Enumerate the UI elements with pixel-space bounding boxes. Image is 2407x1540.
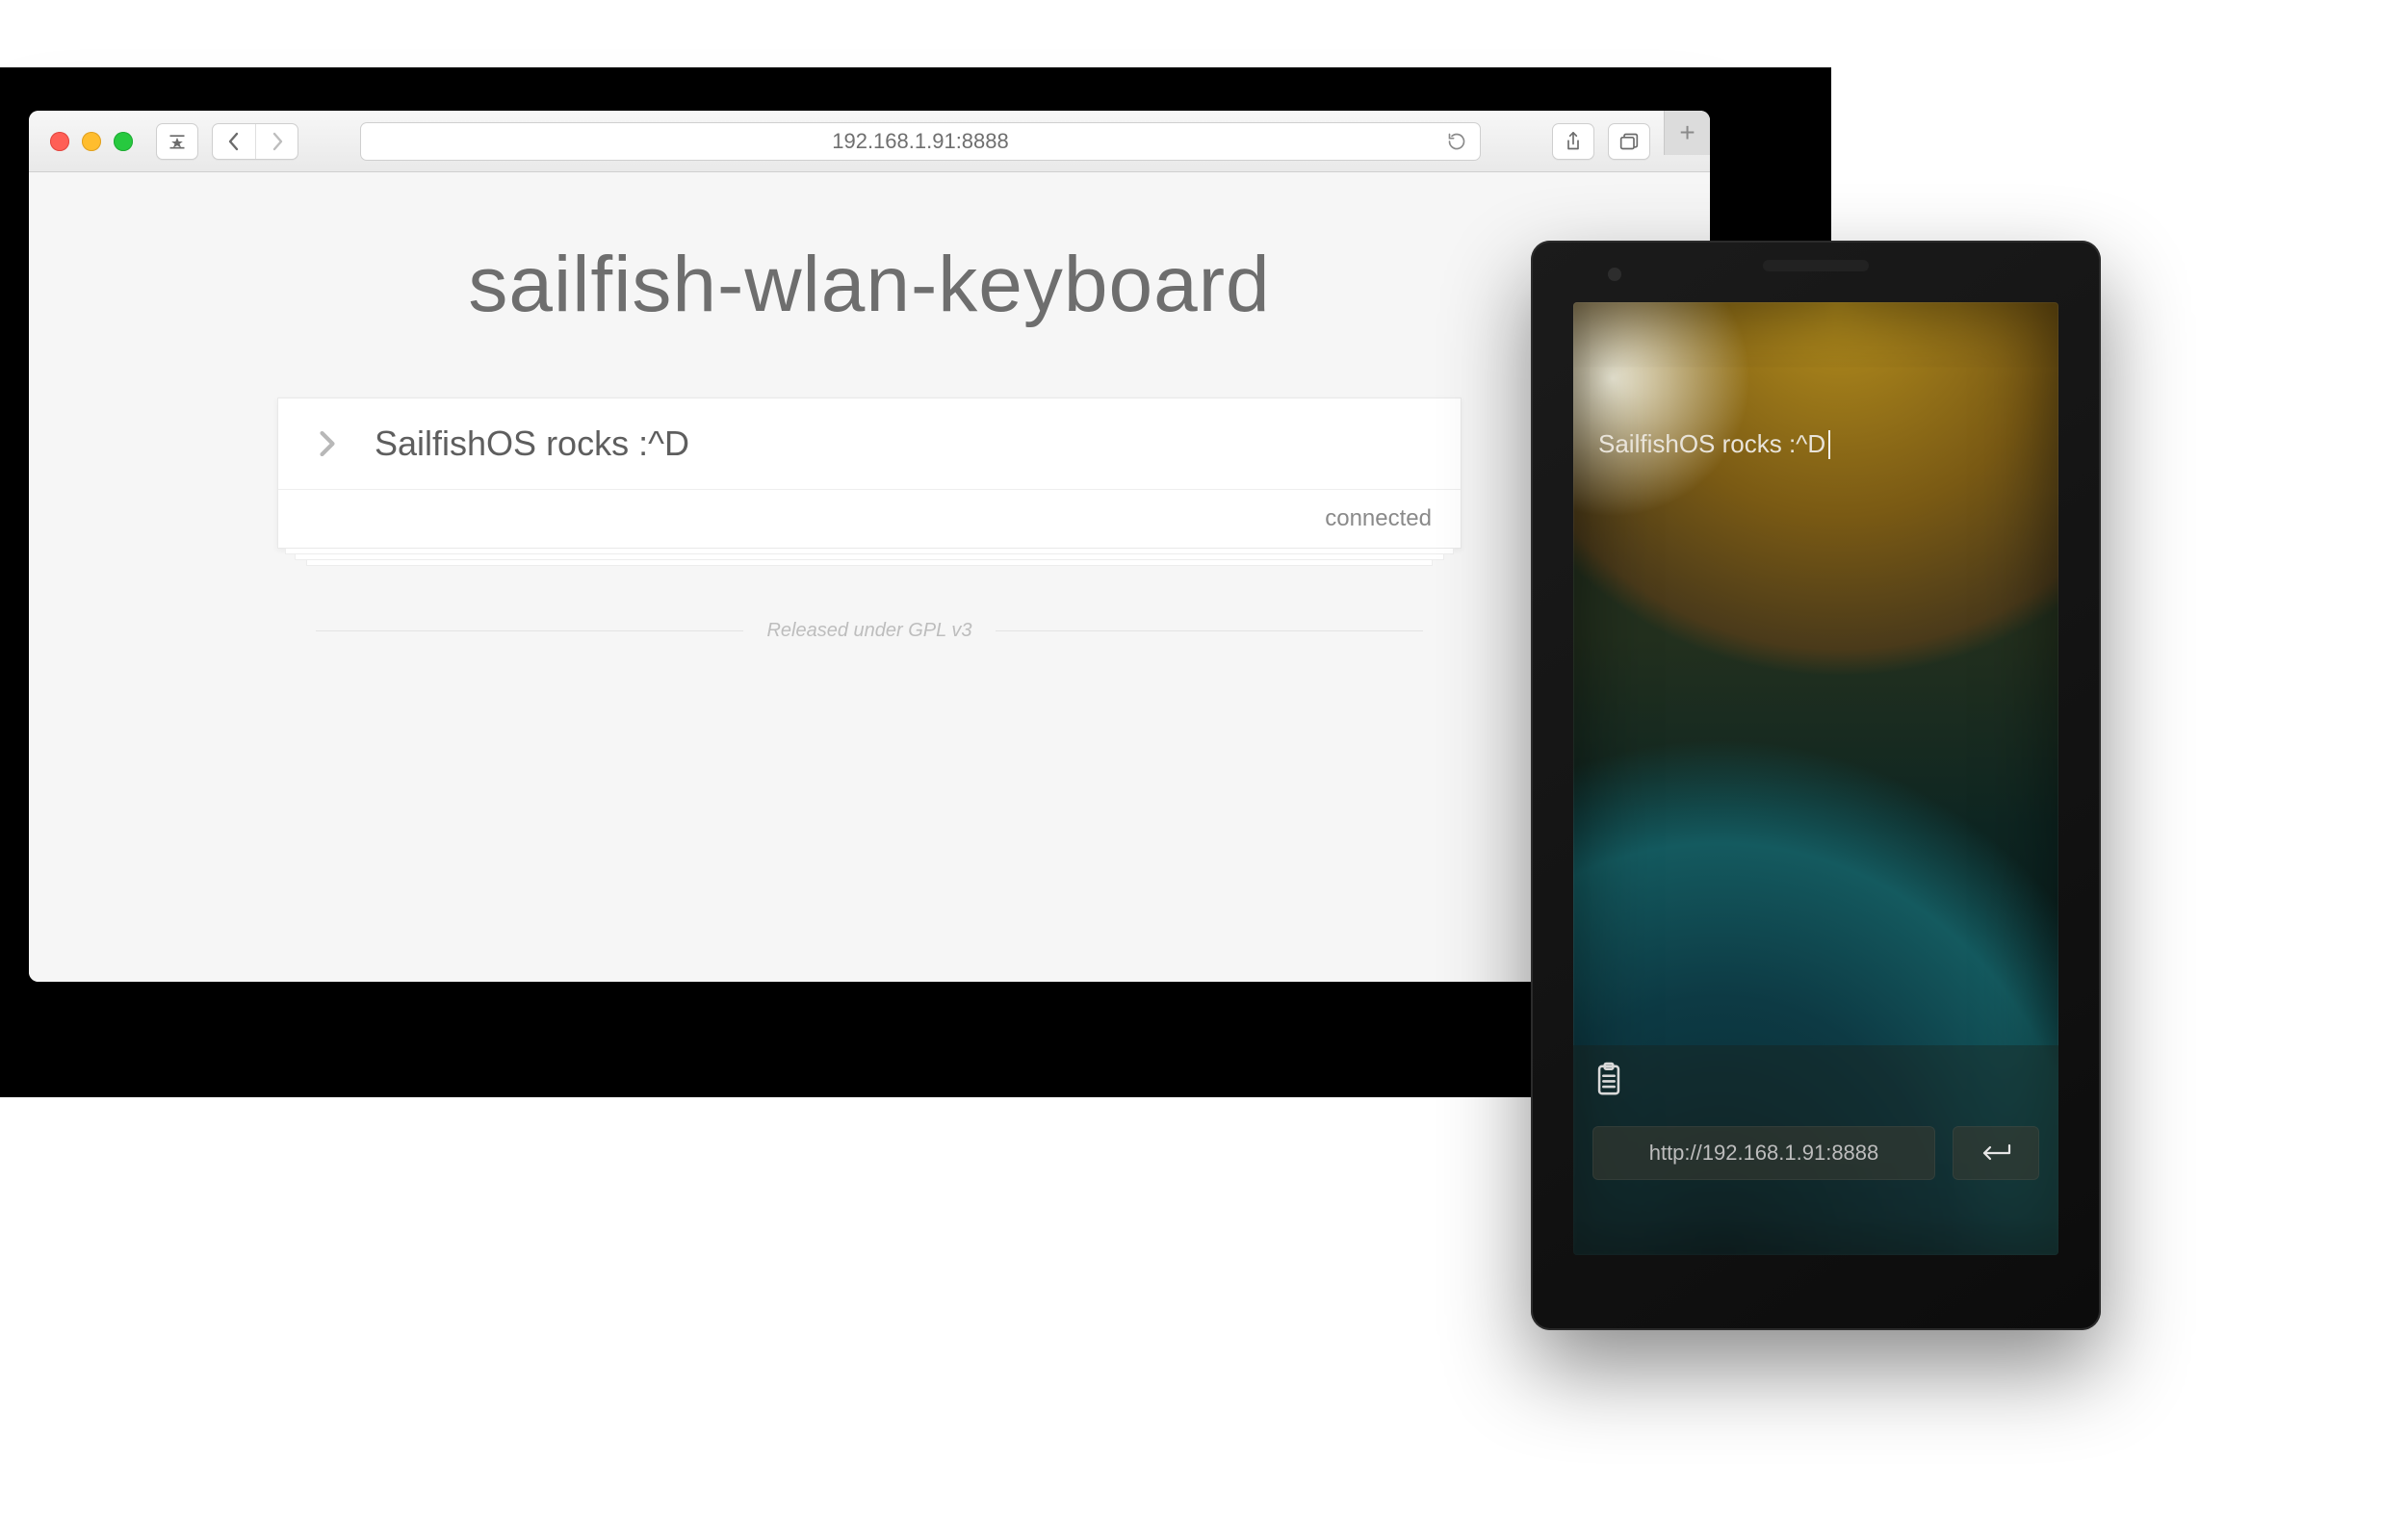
connection-status: connected [1325, 505, 1432, 531]
status-row: connected [278, 489, 1461, 548]
window-close-button[interactable] [50, 132, 69, 151]
license-text: Released under GPL v3 [766, 620, 971, 642]
phone-screen: SailfishOS rocks :^D http://192.168.1 [1573, 302, 2058, 1255]
keyboard-input[interactable] [375, 424, 1422, 464]
clipboard-button[interactable] [1592, 1061, 2039, 1099]
page-title: sailfish-wlan-keyboard [468, 240, 1270, 330]
share-icon [1564, 131, 1583, 152]
window-zoom-button[interactable] [114, 132, 133, 151]
tabs-icon [1618, 132, 1640, 151]
input-card-stack: connected [277, 398, 1462, 566]
address-text: 192.168.1.91:8888 [832, 129, 1009, 154]
share-button[interactable] [1552, 123, 1594, 160]
page-body: sailfish-wlan-keyboard connected Release… [29, 172, 1710, 982]
nav-button-group [212, 123, 298, 160]
send-icon[interactable] [317, 429, 338, 458]
phone-address-text: http://192.168.1.91:8888 [1649, 1141, 1879, 1166]
forward-button[interactable] [255, 124, 298, 159]
reload-button[interactable] [1447, 132, 1466, 151]
tabs-button[interactable] [1608, 123, 1650, 160]
phone-display-text: SailfishOS rocks :^D [1598, 429, 1830, 459]
chevron-left-icon [226, 132, 242, 151]
clipboard-icon [1592, 1061, 2039, 1099]
license-line: Released under GPL v3 [316, 620, 1423, 642]
phone-bottom-row: http://192.168.1.91:8888 [1592, 1126, 2039, 1180]
browser-window: 192.168.1.91:8888 [29, 111, 1710, 982]
text-caret [1828, 430, 1830, 459]
card-stack-shadow [306, 560, 1433, 566]
phone-display-text-value: SailfishOS rocks :^D [1598, 429, 1825, 459]
reload-icon [1447, 132, 1466, 151]
enter-button[interactable] [1953, 1126, 2039, 1180]
input-card: connected [277, 398, 1462, 549]
phone-speaker [1763, 260, 1869, 271]
window-minimize-button[interactable] [82, 132, 101, 151]
address-bar[interactable]: 192.168.1.91:8888 [360, 122, 1481, 161]
new-tab-button[interactable]: + [1664, 111, 1710, 155]
phone-keyboard-panel: http://192.168.1.91:8888 [1573, 1045, 2058, 1255]
return-icon [1977, 1142, 2015, 1165]
bookmarks-icon [168, 132, 187, 151]
phone-address-field[interactable]: http://192.168.1.91:8888 [1592, 1126, 1935, 1180]
chevron-right-icon [270, 132, 285, 151]
bookmarks-button[interactable] [156, 123, 198, 160]
back-button[interactable] [213, 124, 255, 159]
input-row [278, 398, 1461, 489]
browser-toolbar: 192.168.1.91:8888 [29, 111, 1710, 172]
phone-device: SailfishOS rocks :^D http://192.168.1 [1531, 241, 2101, 1330]
window-controls [44, 132, 142, 151]
phone-earpiece-row [1531, 260, 2101, 271]
plus-icon: + [1679, 117, 1695, 148]
